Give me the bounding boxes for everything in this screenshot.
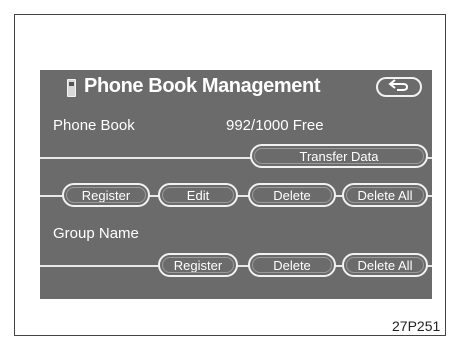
phone-book-count: 992 [226,117,252,134]
phone-book-delete-button[interactable]: Delete [248,183,336,207]
page-title: Phone Book Management [84,75,321,97]
header: Phone Book Management [40,70,432,104]
group-delete-button[interactable]: Delete [248,253,336,277]
divider [40,157,252,159]
transfer-data-button[interactable]: Transfer Data [250,144,428,168]
group-register-button[interactable]: Register [158,253,238,277]
phone-book-total: /1000 [251,117,289,134]
phone-book-register-button[interactable]: Register [62,183,150,207]
phone-book-delete-all-button[interactable]: Delete All [342,183,428,207]
group-delete-all-button[interactable]: Delete All [342,253,428,277]
figure-caption: 27P251 [392,318,441,334]
phone-book-edit-button[interactable]: Edit [158,183,238,207]
phone-icon [67,79,76,97]
phone-book-free: Free [292,117,324,134]
phone-book-capacity: 992/1000 Free [226,117,324,134]
group-name-label: Group Name [53,225,139,242]
back-button[interactable] [376,77,422,97]
phone-book-label: Phone Book [53,117,135,134]
back-arrow-icon [387,78,411,97]
phone-book-management-screen: Phone Book Management Phone Book 992/100… [40,70,432,299]
